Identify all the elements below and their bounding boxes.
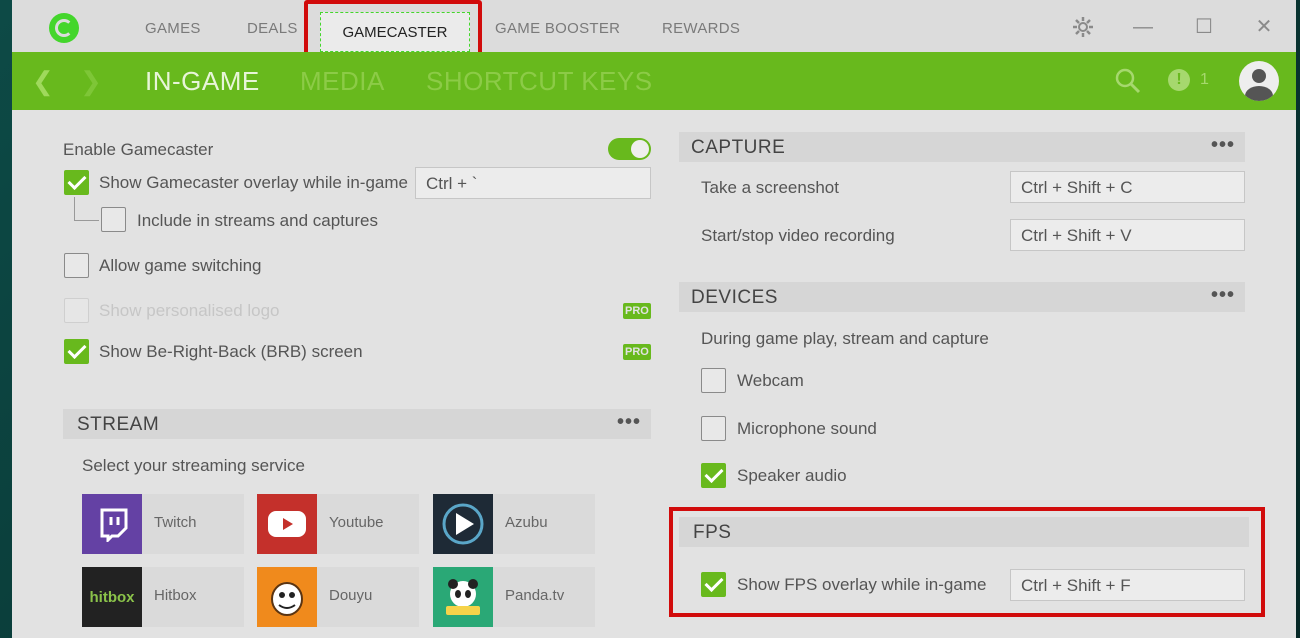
fps-overlay-checkbox[interactable] [701, 572, 726, 597]
allow-switching-checkbox[interactable] [64, 253, 89, 278]
webcam-label: Webcam [737, 371, 804, 390]
service-youtube[interactable]: Youtube [257, 494, 419, 554]
title-bar: GAMES DEALS GAMECASTER GAME BOOSTER REWA… [12, 0, 1296, 59]
hitbox-icon: hitbox [82, 567, 142, 627]
panda-icon [433, 567, 493, 627]
capture-title: CAPTURE [691, 137, 786, 158]
show-overlay-label: Show Gamecaster overlay while in-game [99, 173, 408, 192]
microphone-label: Microphone sound [737, 419, 877, 438]
capture-section-header: CAPTURE ••• [679, 132, 1245, 162]
recording-label: Start/stop video recording [701, 226, 895, 245]
razer-window: GAMES DEALS GAMECASTER GAME BOOSTER REWA… [12, 0, 1296, 638]
notification-count: 1 [1200, 71, 1209, 88]
screenshot-label: Take a screenshot [701, 178, 839, 197]
personalised-logo-checkbox[interactable] [64, 298, 89, 323]
back-chevron-icon[interactable]: ❮ [32, 66, 54, 97]
close-button[interactable]: ✕ [1253, 16, 1275, 38]
service-name: Twitch [154, 514, 197, 531]
include-streams-checkbox[interactable] [101, 207, 126, 232]
personalised-logo-label: Show personalised logo [99, 301, 280, 320]
notification-icon[interactable]: ! [1168, 69, 1190, 91]
capture-menu-icon[interactable]: ••• [1211, 134, 1235, 157]
tab-shortcut-keys[interactable]: SHORTCUT KEYS [426, 66, 653, 97]
screenshot-shortcut-field[interactable]: Ctrl + Shift + C [1010, 171, 1245, 203]
brb-screen-checkbox[interactable] [64, 339, 89, 364]
devices-menu-icon[interactable]: ••• [1211, 284, 1235, 307]
avatar[interactable] [1239, 61, 1279, 101]
stream-title: STREAM [77, 414, 160, 435]
settings-gear-icon[interactable] [1072, 16, 1094, 38]
fps-shortcut-field[interactable]: Ctrl + Shift + F [1010, 569, 1245, 601]
fps-section-header: FPS [679, 517, 1249, 547]
pro-badge: PRO [623, 303, 651, 319]
webcam-checkbox[interactable] [701, 368, 726, 393]
nav-rewards[interactable]: REWARDS [662, 20, 740, 37]
nav-deals[interactable]: DEALS [247, 20, 298, 37]
devices-description: During game play, stream and capture [701, 329, 989, 348]
fps-title: FPS [693, 522, 732, 543]
nav-gamecaster-label: GAMECASTER [320, 12, 470, 52]
stream-section-header: STREAM ••• [63, 409, 651, 439]
search-icon[interactable] [1115, 68, 1141, 99]
nav-games[interactable]: GAMES [145, 20, 201, 37]
service-hitbox[interactable]: hitbox Hitbox [82, 567, 244, 627]
devices-section-header: DEVICES ••• [679, 282, 1245, 312]
forward-chevron-icon[interactable]: ❯ [80, 66, 102, 97]
brb-screen-label: Show Be-Right-Back (BRB) screen [99, 342, 363, 361]
minimize-button[interactable]: — [1132, 16, 1154, 38]
service-name: Panda.tv [505, 587, 565, 604]
nav-gamecaster[interactable]: GAMECASTER [304, 0, 482, 59]
stream-menu-icon[interactable]: ••• [617, 411, 641, 434]
service-name: Youtube [329, 514, 384, 531]
speaker-label: Speaker audio [737, 466, 847, 485]
tab-in-game[interactable]: IN-GAME [145, 66, 260, 97]
nav-game-booster[interactable]: GAME BOOSTER [495, 20, 620, 37]
service-azubu[interactable]: Azubu [433, 494, 595, 554]
service-douyu[interactable]: Douyu [257, 567, 419, 627]
allow-switching-label: Allow game switching [99, 256, 262, 275]
enable-gamecaster-toggle[interactable] [608, 138, 651, 160]
recording-shortcut-field[interactable]: Ctrl + Shift + V [1010, 219, 1245, 251]
microphone-checkbox[interactable] [701, 416, 726, 441]
content-area: Enable Gamecaster Show Gamecaster overla… [12, 110, 1296, 638]
service-panda[interactable]: Panda.tv [433, 567, 595, 627]
devices-title: DEVICES [691, 287, 778, 308]
fps-section: FPS Show FPS overlay while in-game Ctrl … [669, 507, 1265, 617]
fps-overlay-label: Show FPS overlay while in-game [737, 575, 987, 594]
maximize-button[interactable]: ☐ [1193, 16, 1215, 38]
show-overlay-checkbox[interactable] [64, 170, 89, 195]
razer-logo-icon[interactable] [49, 13, 79, 43]
service-name: Hitbox [154, 587, 197, 604]
include-streams-label: Include in streams and captures [137, 211, 378, 230]
service-name: Douyu [329, 587, 373, 604]
azubu-icon [433, 494, 493, 554]
tree-connector [74, 197, 99, 221]
tab-media[interactable]: MEDIA [300, 66, 385, 97]
speaker-checkbox[interactable] [701, 463, 726, 488]
service-name: Azubu [505, 514, 548, 531]
service-twitch[interactable]: Twitch [82, 494, 244, 554]
overlay-shortcut-field[interactable]: Ctrl + ` [415, 167, 651, 199]
enable-gamecaster-label: Enable Gamecaster [63, 140, 214, 159]
sub-navigation-bar: ❮ ❯ IN-GAME MEDIA SHORTCUT KEYS ! 1 [12, 52, 1296, 110]
douyu-icon [257, 567, 317, 627]
select-service-label: Select your streaming service [82, 456, 305, 475]
pro-badge: PRO [623, 344, 651, 360]
youtube-icon [257, 494, 317, 554]
twitch-icon [82, 494, 142, 554]
